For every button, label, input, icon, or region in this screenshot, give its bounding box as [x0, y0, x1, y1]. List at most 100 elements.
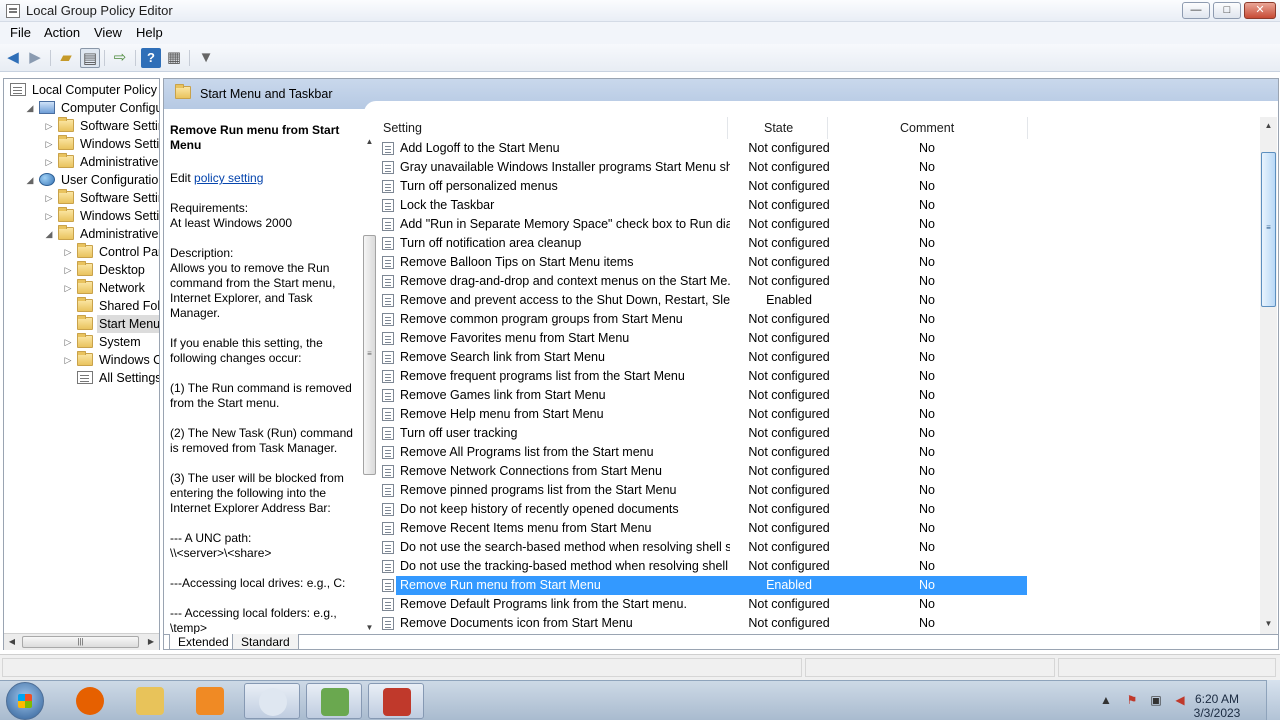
table-row[interactable]: Remove Help menu from Start Menu Not conf…	[377, 405, 1027, 424]
taskbar-button[interactable]	[368, 683, 424, 719]
scroll-up-icon[interactable]: ▲	[1260, 119, 1277, 133]
taskbar-button[interactable]	[244, 683, 300, 719]
tree-item[interactable]: ▷ Software Settings	[4, 189, 159, 207]
table-row[interactable]: Remove Search link from Start Menu Not co…	[377, 348, 1027, 367]
description-scrollbar[interactable]: ▲ ≡ ▼	[361, 135, 378, 635]
taskbar-button[interactable]	[306, 683, 362, 719]
title-bar[interactable]: Local Group Policy Editor — □ ✕	[0, 0, 1280, 22]
up-folder-icon[interactable]: ▰	[56, 48, 76, 68]
show-hidden-icons-icon[interactable]: ▲	[1098, 692, 1114, 708]
tab-extended[interactable]: Extended	[169, 634, 238, 649]
tree-item[interactable]: ▷ Software Settings	[4, 117, 159, 135]
table-row[interactable]: Remove Games link from Start Menu Not con…	[377, 386, 1027, 405]
navigation-tree[interactable]: Local Computer Policy ◢ Computer Configura…	[3, 78, 160, 650]
table-row[interactable]: Remove and prevent access to the Shut Do…	[377, 291, 1027, 310]
scroll-down-icon[interactable]: ▼	[1260, 617, 1277, 631]
tree-item[interactable]: Local Computer Policy	[4, 81, 159, 99]
table-row[interactable]: Lock the Taskbar Not configured No	[377, 196, 1027, 215]
forward-icon[interactable]: ▶	[25, 48, 45, 68]
action-center-icon[interactable]: ⚑	[1124, 692, 1140, 708]
table-row[interactable]: Remove Network Connections from Start Me…	[377, 462, 1027, 481]
tree-item[interactable]: ▷ Windows Setting	[4, 207, 159, 225]
clock-date[interactable]: 3/3/2023	[1182, 706, 1252, 720]
table-row[interactable]: Remove Favorites menu from Start Menu Not…	[377, 329, 1027, 348]
expand-arrow-icon[interactable]: ▷	[44, 117, 54, 135]
expand-arrow-icon[interactable]: ▷	[44, 153, 54, 171]
start-button[interactable]	[6, 682, 44, 720]
table-row[interactable]: Gray unavailable Windows Installer progr…	[377, 158, 1027, 177]
tree-item[interactable]: ▷ Desktop	[4, 261, 159, 279]
settings-list[interactable]: Setting State Comment Add Logoff to the …	[377, 117, 1257, 635]
tree-item[interactable]: Start Menu ar	[4, 315, 159, 333]
maximize-button[interactable]: □	[1213, 2, 1241, 19]
tree-item[interactable]: ▷ Control Panel	[4, 243, 159, 261]
policy-setting-link[interactable]: policy setting	[194, 171, 263, 185]
taskbar-button[interactable]	[122, 683, 178, 719]
tree-item[interactable]: ◢ Administrative Te	[4, 225, 159, 243]
table-row[interactable]: Remove All Programs list from the Start …	[377, 443, 1027, 462]
expand-arrow-icon[interactable]: ▷	[44, 189, 54, 207]
collapse-arrow-icon[interactable]: ◢	[25, 171, 35, 189]
expand-arrow-icon[interactable]: ▷	[63, 279, 73, 297]
scroll-thumb[interactable]: ≡	[1261, 152, 1276, 307]
scroll-up-icon[interactable]: ▲	[361, 135, 378, 149]
table-row[interactable]: Remove Recent Items menu from Start Menu…	[377, 519, 1027, 538]
scroll-thumb[interactable]: |||	[22, 636, 139, 648]
tree-item[interactable]: ◢ User Configuration	[4, 171, 159, 189]
tree-item[interactable]: ▷ Windows Setting	[4, 135, 159, 153]
expand-arrow-icon[interactable]: ▷	[63, 243, 73, 261]
table-row[interactable]: Do not keep history of recently opened d…	[377, 500, 1027, 519]
table-row[interactable]: Remove frequent programs list from the S…	[377, 367, 1027, 386]
minimize-button[interactable]: —	[1182, 2, 1210, 19]
scroll-down-icon[interactable]: ▼	[361, 621, 378, 635]
table-row[interactable]: Remove Default Programs link from the St…	[377, 595, 1027, 614]
tree-item[interactable]: Shared Folder	[4, 297, 159, 315]
table-row[interactable]: Turn off personalized menus Not configure…	[377, 177, 1027, 196]
close-button[interactable]: ✕	[1244, 2, 1276, 19]
column-header-comment[interactable]: Comment	[900, 121, 954, 135]
filter-icon[interactable]: ▼	[196, 48, 216, 68]
collapse-arrow-icon[interactable]: ◢	[25, 99, 35, 117]
table-row[interactable]: Add Logoff to the Start Menu Not configur…	[377, 139, 1027, 158]
show-desktop-button[interactable]	[1266, 680, 1280, 720]
expand-arrow-icon[interactable]: ▷	[44, 135, 54, 153]
export-list-icon[interactable]: ⇨	[110, 48, 130, 68]
table-row[interactable]: Remove common program groups from Start …	[377, 310, 1027, 329]
help-icon[interactable]: ?	[141, 48, 161, 68]
scroll-left-icon[interactable]: ◀	[5, 636, 19, 648]
table-row[interactable]: Turn off notification area cleanup Not co…	[377, 234, 1027, 253]
tree-item[interactable]: All Settings	[4, 369, 159, 387]
properties-icon[interactable]: ▦	[164, 48, 184, 68]
table-row[interactable]: Turn off user tracking Not configured No	[377, 424, 1027, 443]
show-hide-tree-icon[interactable]: ▤	[80, 48, 100, 68]
back-icon[interactable]: ◀	[3, 48, 23, 68]
menu-file[interactable]: File	[10, 25, 31, 40]
tree-item[interactable]: ◢ Computer Configura	[4, 99, 159, 117]
table-row[interactable]: Add "Run in Separate Memory Space" check…	[377, 215, 1027, 234]
table-row[interactable]: Remove Documents icon from Start Menu Not…	[377, 614, 1027, 633]
scroll-thumb[interactable]: ≡	[363, 235, 376, 475]
tab-standard[interactable]: Standard	[232, 634, 299, 649]
expand-arrow-icon[interactable]: ▷	[63, 333, 73, 351]
collapse-arrow-icon[interactable]: ◢	[44, 225, 54, 243]
scroll-right-icon[interactable]: ▶	[144, 636, 158, 648]
table-row[interactable]: Remove Run menu from Start Menu Enabled No	[382, 576, 1027, 595]
table-row[interactable]: Remove pinned programs list from the Sta…	[377, 481, 1027, 500]
menu-action[interactable]: Action	[44, 25, 80, 40]
tree-item[interactable]: ▷ Network	[4, 279, 159, 297]
menu-view[interactable]: View	[94, 25, 122, 40]
table-row[interactable]: Do not use the tracking-based method whe…	[377, 557, 1027, 576]
tree-item[interactable]: ▷ System	[4, 333, 159, 351]
tree-horizontal-scrollbar[interactable]: ◀ ||| ▶	[4, 633, 159, 650]
taskbar-button[interactable]	[62, 683, 118, 719]
table-row[interactable]: Do not use the search-based method when …	[377, 538, 1027, 557]
menu-help[interactable]: Help	[136, 25, 163, 40]
list-vertical-scrollbar[interactable]: ▲ ≡ ▼	[1260, 117, 1277, 634]
tree-item[interactable]: ▷ Administrative Te	[4, 153, 159, 171]
column-header-state[interactable]: State	[764, 121, 793, 135]
tree-item[interactable]: ▷ Windows Cor	[4, 351, 159, 369]
taskbar-button[interactable]	[182, 683, 238, 719]
column-header-setting[interactable]: Setting	[383, 121, 422, 135]
expand-arrow-icon[interactable]: ▷	[63, 261, 73, 279]
expand-arrow-icon[interactable]: ▷	[44, 207, 54, 225]
